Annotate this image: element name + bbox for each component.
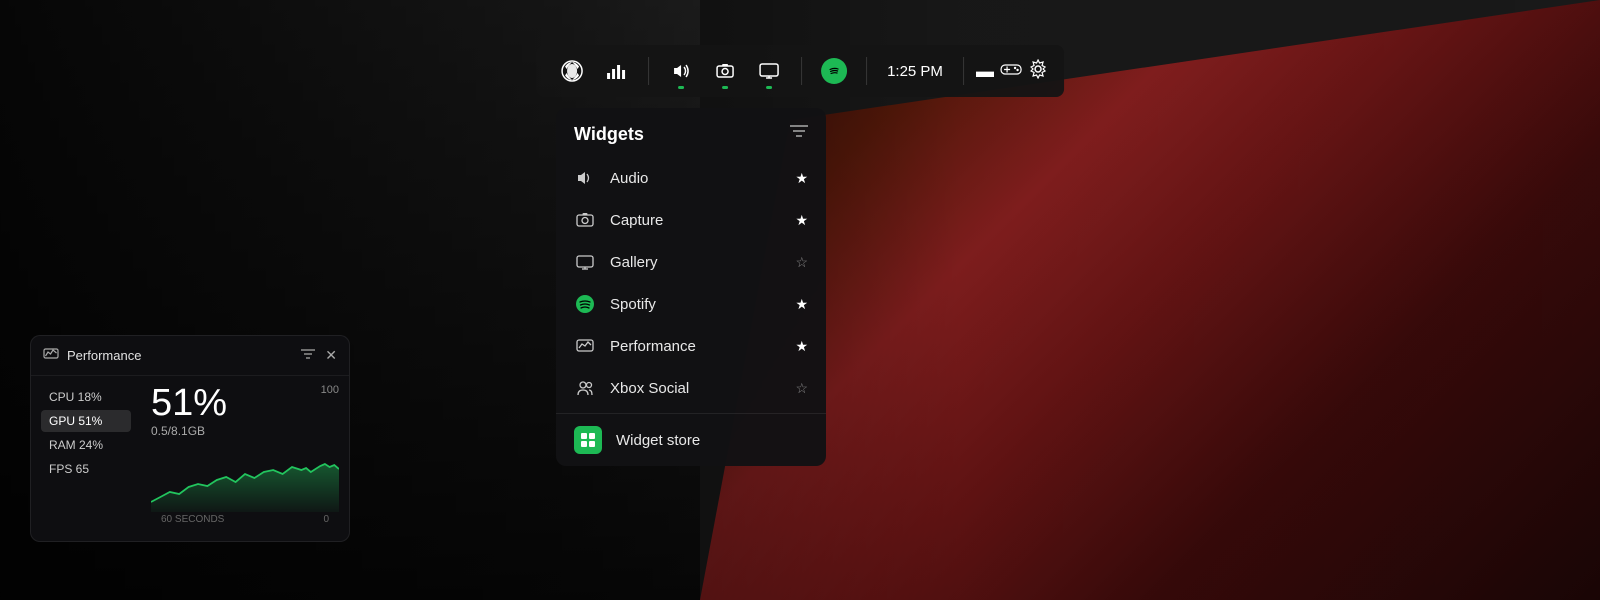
spotify-label: Spotify — [610, 296, 781, 313]
fps-stat[interactable]: FPS 65 — [41, 458, 131, 480]
widgets-title: Widgets — [574, 124, 644, 145]
main-content: 1:25 PM ▬ — [0, 0, 1600, 600]
perf-sub-value: 0.5/8.1GB — [151, 424, 339, 438]
volume-tab-button[interactable] — [661, 51, 701, 91]
spotify-tab-button[interactable] — [814, 51, 854, 91]
perf-widget-title: Performance — [67, 348, 293, 363]
audio-label: Audio — [610, 170, 781, 187]
xbox-logo-button[interactable] — [552, 51, 592, 91]
perf-main-value: 51% — [151, 384, 339, 422]
capture-star[interactable]: ★ — [795, 212, 808, 229]
spotify-widget-icon — [574, 293, 596, 315]
widget-store-label: Widget store — [616, 432, 700, 449]
performance-tab-button[interactable] — [596, 51, 636, 91]
perf-body: CPU 18% GPU 51% RAM 24% FPS 65 100 51% 0… — [31, 376, 349, 541]
cpu-stat[interactable]: CPU 18% — [41, 386, 131, 408]
display-tab-button[interactable] — [749, 51, 789, 91]
capture-tab-button[interactable] — [705, 51, 745, 91]
divider-3 — [866, 57, 867, 85]
controller-icon — [1000, 61, 1022, 82]
xbox-social-star[interactable]: ☆ — [795, 380, 808, 397]
divider-1 — [648, 57, 649, 85]
gallery-label: Gallery — [610, 254, 781, 271]
widgets-panel: Widgets Audio ★ — [556, 108, 826, 466]
widget-item-spotify[interactable]: Spotify ★ — [556, 283, 826, 325]
gallery-icon — [574, 251, 596, 273]
spotify-icon — [821, 58, 847, 84]
capture-label: Capture — [610, 212, 781, 229]
audio-star[interactable]: ★ — [795, 170, 808, 187]
perf-footer: 60 SECONDS 0 — [151, 512, 339, 533]
time-display: 1:25 PM — [887, 63, 943, 80]
gallery-star[interactable]: ☆ — [795, 254, 808, 271]
filter-icon[interactable] — [790, 124, 808, 145]
perf-widget-header: Performance ✕ — [31, 336, 349, 376]
divider-2 — [801, 57, 802, 85]
performance-label: Performance — [610, 338, 781, 355]
spotify-star[interactable]: ★ — [795, 296, 808, 313]
xbox-social-label: Xbox Social — [610, 380, 781, 397]
perf-zero-label: 0 — [323, 514, 329, 525]
perf-max-label: 100 — [321, 384, 339, 396]
widget-store-item[interactable]: Widget store — [556, 413, 826, 466]
widget-item-xbox-social[interactable]: Xbox Social ☆ — [556, 367, 826, 409]
divider-4 — [963, 57, 964, 85]
perf-settings-icon[interactable] — [301, 347, 315, 364]
widget-item-performance[interactable]: Performance ★ — [556, 325, 826, 367]
performance-star[interactable]: ★ — [795, 338, 808, 355]
settings-icon[interactable] — [1028, 59, 1048, 84]
perf-chart-area: 100 51% 0.5/8.1GB — [141, 376, 349, 541]
perf-header-controls: ✕ — [301, 347, 337, 364]
xbox-social-icon — [574, 377, 596, 399]
widget-item-audio[interactable]: Audio ★ — [556, 157, 826, 199]
perf-seconds-label: 60 SECONDS — [161, 514, 224, 525]
perf-header-icon — [43, 346, 59, 365]
widgets-header: Widgets — [556, 108, 826, 157]
battery-icon: ▬ — [976, 61, 994, 82]
capture-icon — [574, 209, 596, 231]
perf-chart — [151, 442, 339, 512]
widget-store-icon — [574, 426, 602, 454]
performance-widget-icon — [574, 335, 596, 357]
widget-item-capture[interactable]: Capture ★ — [556, 199, 826, 241]
top-bar: 1:25 PM ▬ — [536, 45, 1064, 97]
audio-icon — [574, 167, 596, 189]
gpu-stat[interactable]: GPU 51% — [41, 410, 131, 432]
status-icons: ▬ — [976, 59, 1048, 84]
performance-widget: Performance ✕ CPU 18% GPU 51% RAM 24% — [30, 335, 350, 542]
ram-stat[interactable]: RAM 24% — [41, 434, 131, 456]
perf-close-icon[interactable]: ✕ — [325, 347, 337, 364]
widget-item-gallery[interactable]: Gallery ☆ — [556, 241, 826, 283]
perf-stats-list: CPU 18% GPU 51% RAM 24% FPS 65 — [31, 376, 141, 541]
